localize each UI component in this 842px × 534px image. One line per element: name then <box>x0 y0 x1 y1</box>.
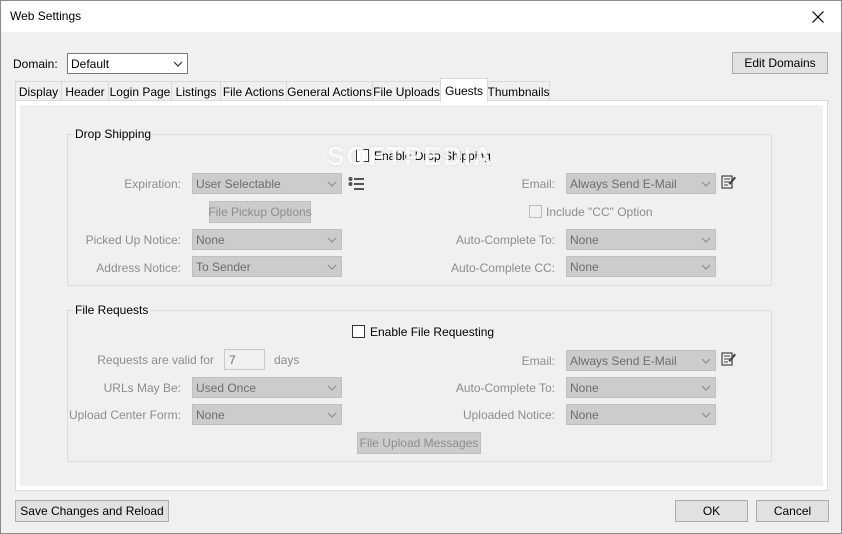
drop-autocomplete-to-select[interactable]: None <box>566 229 716 250</box>
chevron-down-icon <box>327 412 337 418</box>
chevron-down-icon <box>701 358 711 364</box>
cancel-button[interactable]: Cancel <box>756 500 829 522</box>
picked-up-notice-select[interactable]: None <box>192 229 342 250</box>
valid-days-input[interactable]: 7 <box>224 349 265 370</box>
address-notice-select[interactable]: To Sender <box>192 256 342 277</box>
tab-login-page[interactable]: Login Page <box>108 81 172 101</box>
request-autocomplete-to-value: None <box>570 381 599 395</box>
enable-file-requesting-checkbox[interactable] <box>352 325 365 338</box>
upload-center-form-select[interactable]: None <box>192 404 342 425</box>
web-settings-window: Web Settings Domain: Default Edit Domain… <box>0 0 842 534</box>
address-notice-label: Address Notice: <box>96 261 181 275</box>
drop-autocomplete-cc-value: None <box>570 260 599 274</box>
address-notice-value: To Sender <box>196 260 251 274</box>
chevron-down-icon <box>173 61 183 67</box>
urls-value: Used Once <box>196 381 257 395</box>
tab-guests[interactable]: Guests <box>440 78 488 102</box>
drop-autocomplete-to-value: None <box>570 233 599 247</box>
urls-label: URLs May Be: <box>103 381 181 395</box>
drop-email-select[interactable]: Always Send E-Mail <box>566 173 716 194</box>
uploaded-notice-value: None <box>570 408 599 422</box>
drop-email-label: Email: <box>521 177 555 191</box>
request-autocomplete-to-label: Auto-Complete To: <box>455 381 555 395</box>
chevron-down-icon <box>327 385 337 391</box>
valid-for-label: Requests are valid for <box>97 353 214 367</box>
window-title: Web Settings <box>10 9 82 23</box>
expiration-value: User Selectable <box>196 177 281 191</box>
edit-domains-button[interactable]: Edit Domains <box>732 52 828 74</box>
expiration-select[interactable]: User Selectable <box>192 173 342 194</box>
request-email-select[interactable]: Always Send E-Mail <box>566 350 716 371</box>
domain-label: Domain: <box>13 57 58 71</box>
upload-center-form-label: Upload Center Form: <box>68 408 181 422</box>
chevron-down-icon <box>327 181 337 187</box>
urls-select[interactable]: Used Once <box>192 377 342 398</box>
uploaded-notice-label: Uploaded Notice: <box>462 408 555 422</box>
ok-button[interactable]: OK <box>675 500 748 522</box>
chevron-down-icon <box>327 237 337 243</box>
tab-header[interactable]: Header <box>61 81 109 101</box>
domain-select-value: Default <box>71 57 110 71</box>
file-pickup-options-button[interactable]: File Pickup Options <box>208 201 312 223</box>
picked-up-notice-value: None <box>196 233 225 247</box>
include-cc-checkbox[interactable] <box>529 205 542 218</box>
tab-general-actions[interactable]: General Actions <box>286 81 373 101</box>
request-email-value: Always Send E-Mail <box>570 354 677 368</box>
file-upload-messages-button[interactable]: File Upload Messages <box>357 432 481 454</box>
enable-drop-shipping-checkbox[interactable] <box>356 149 369 162</box>
close-icon <box>812 10 824 23</box>
file-requests-title: File Requests <box>73 303 151 317</box>
list-options-icon[interactable] <box>348 176 365 191</box>
tab-file-actions[interactable]: File Actions <box>220 81 287 101</box>
chevron-down-icon <box>701 264 711 270</box>
drop-autocomplete-cc-select[interactable]: None <box>566 256 716 277</box>
enable-drop-shipping-label[interactable]: Enable Drop Shipping <box>374 149 491 163</box>
chevron-down-icon <box>701 181 711 187</box>
chevron-down-icon <box>327 264 337 270</box>
drop-shipping-title: Drop Shipping <box>73 127 154 141</box>
request-email-label: Email: <box>521 354 555 368</box>
days-label: days <box>274 353 300 367</box>
valid-days-value: 7 <box>229 353 236 367</box>
chevron-down-icon <box>701 412 711 418</box>
edit-email-icon[interactable] <box>721 351 737 366</box>
uploaded-notice-select[interactable]: None <box>566 404 716 425</box>
include-cc-label: Include "CC" Option <box>546 205 653 219</box>
tab-file-uploads[interactable]: File Uploads <box>372 81 441 101</box>
request-autocomplete-to-select[interactable]: None <box>566 377 716 398</box>
tab-listings[interactable]: Listings <box>171 81 221 101</box>
drop-autocomplete-to-label: Auto-Complete To: <box>455 233 555 247</box>
expiration-label: Expiration: <box>124 177 181 191</box>
picked-up-notice-label: Picked Up Notice: <box>85 233 181 247</box>
close-button[interactable] <box>795 1 841 32</box>
tab-display[interactable]: Display <box>15 81 62 101</box>
drop-autocomplete-cc-label: Auto-Complete CC: <box>450 261 555 275</box>
title-bar: Web Settings <box>1 1 841 32</box>
chevron-down-icon <box>701 237 711 243</box>
save-changes-reload-button[interactable]: Save Changes and Reload <box>15 500 169 522</box>
drop-email-value: Always Send E-Mail <box>570 177 677 191</box>
tab-thumbnails[interactable]: Thumbnails <box>487 81 550 101</box>
chevron-down-icon <box>701 385 711 391</box>
edit-email-icon[interactable] <box>721 174 737 189</box>
domain-select[interactable]: Default <box>67 53 188 74</box>
enable-file-requesting-label[interactable]: Enable File Requesting <box>370 325 494 339</box>
upload-center-form-value: None <box>196 408 225 422</box>
